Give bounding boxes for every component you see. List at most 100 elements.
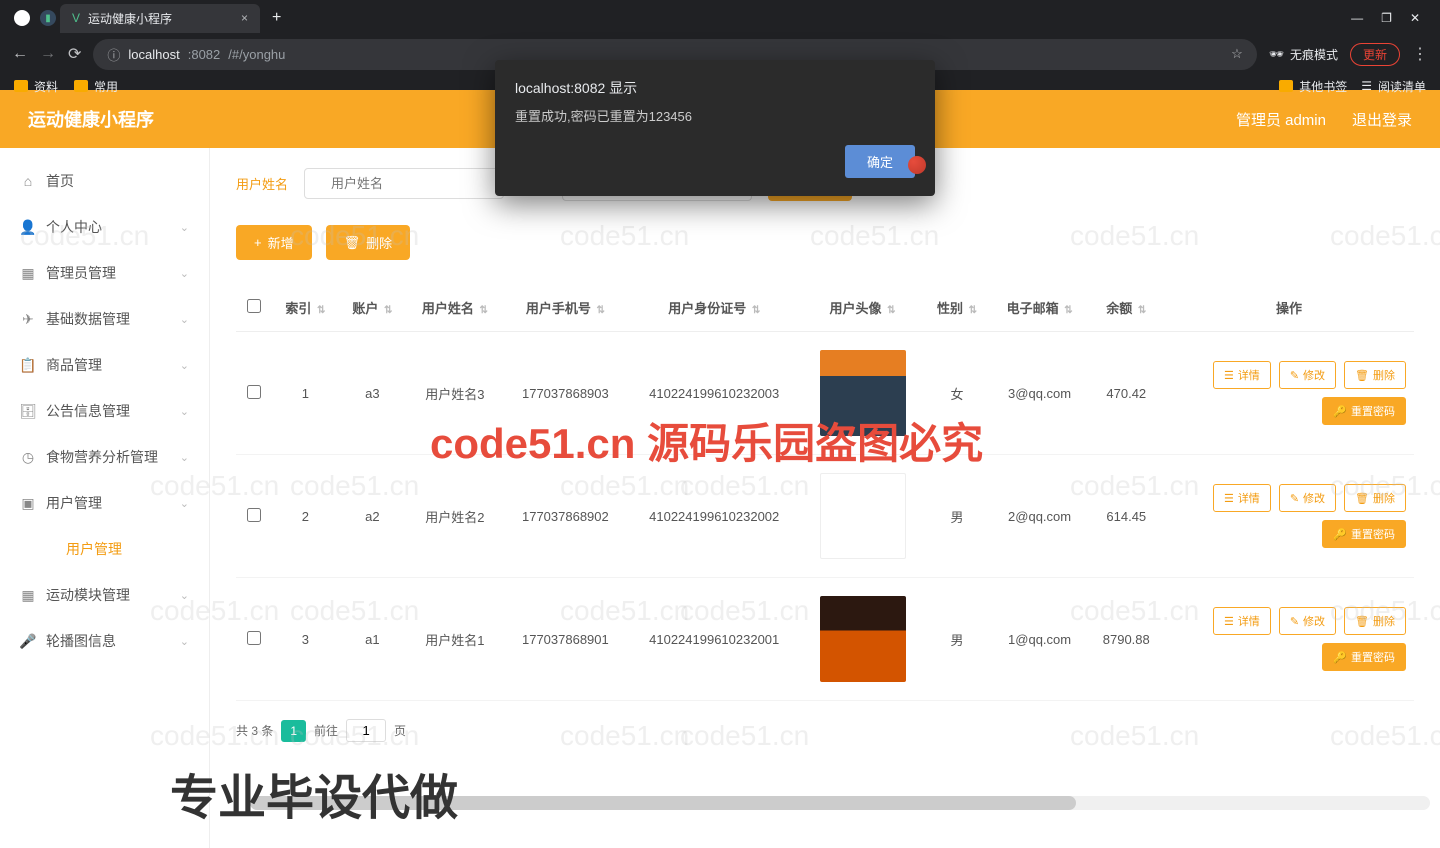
trash-icon: 🗑 [1355,615,1369,628]
table-header[interactable]: 索引 ⇅ [272,284,339,332]
table-header[interactable]: 余额 ⇅ [1089,284,1164,332]
bookmark-item[interactable]: 其他书签 [1279,78,1347,95]
pagination: 共 3 条 1 前往 页 [236,719,1414,742]
incognito-icon: 🕶 [1269,47,1284,61]
cell-index: 1 [272,332,339,455]
pager-page[interactable]: 1 [281,720,306,742]
cell-balance: 8790.88 [1089,578,1164,701]
table-row: 1 a3 用户姓名3 177037868903 4102241996102320… [236,332,1414,455]
sidebar-item-label: 用户管理 [46,493,102,513]
table-header[interactable]: 用户姓名 ⇅ [406,284,504,332]
sort-icon: ⇅ [752,305,760,316]
window-controls: — ❐ ✕ [1351,11,1432,25]
sidebar-item[interactable]: 🎤轮播图信息⌄ [0,618,209,664]
admin-label[interactable]: 管理员 admin [1236,109,1326,130]
cell-email: 2@qq.com [991,455,1089,578]
bookmark-item[interactable]: 资料 [14,78,58,95]
row-delete-button[interactable]: 🗑 删除 [1344,484,1406,512]
detail-button[interactable]: ☰ 详情 [1213,361,1271,389]
table-header[interactable]: 账户 ⇅ [339,284,406,332]
back-icon[interactable]: ← [12,45,28,63]
logout-link[interactable]: 退出登录 [1352,109,1412,130]
cell-email: 3@qq.com [991,332,1089,455]
sidebar-item[interactable]: ◷食物营养分析管理⌄ [0,434,209,480]
sidebar-item[interactable]: ▣用户管理⌄ [0,480,209,526]
sidebar-item[interactable]: ▦运动模块管理⌄ [0,572,209,618]
tab-title: 运动健康小程序 [88,10,172,27]
edit-button[interactable]: ✎ 修改 [1279,361,1336,389]
reset-password-button[interactable]: 🔑 重置密码 [1322,397,1406,425]
detail-button[interactable]: ☰ 详情 [1213,484,1271,512]
sidebar-item[interactable]: 用户管理 [0,526,209,572]
bookmark-item[interactable]: 常用 [74,78,118,95]
sidebar-item[interactable]: ▦管理员管理⌄ [0,250,209,296]
dialog-title: localhost:8082 显示 [515,78,915,98]
cell-name: 用户姓名1 [406,578,504,701]
maximize-icon[interactable]: ❐ [1381,11,1392,25]
row-checkbox[interactable] [247,385,261,399]
avatar [820,473,906,559]
sidebar-item-label: 运动模块管理 [46,585,130,605]
sidebar-item[interactable]: 👤个人中心⌄ [0,204,209,250]
cell-account: a1 [339,578,406,701]
data-table: 索引 ⇅账户 ⇅用户姓名 ⇅用户手机号 ⇅用户身份证号 ⇅用户头像 ⇅性别 ⇅电… [236,284,1414,701]
sidebar-item[interactable]: 🗄公告信息管理⌄ [0,388,209,434]
chevron-down-icon: ⌄ [180,635,189,648]
add-button[interactable]: + 新增 [236,225,312,260]
reset-password-button[interactable]: 🔑 重置密码 [1322,520,1406,548]
star-icon[interactable]: ☆ [1231,46,1243,62]
table-header[interactable]: 用户身份证号 ⇅ [627,284,802,332]
minimize-icon[interactable]: — [1351,11,1363,25]
pager-input[interactable] [346,719,386,742]
close-icon[interactable]: × [241,11,248,25]
name-input[interactable] [304,168,504,199]
new-tab-button[interactable]: + [264,5,289,31]
table-header[interactable]: 电子邮箱 ⇅ [991,284,1089,332]
row-delete-button[interactable]: 🗑 删除 [1344,607,1406,635]
folder-icon [1279,80,1293,92]
table-header[interactable]: 用户手机号 ⇅ [504,284,627,332]
reset-password-button[interactable]: 🔑 重置密码 [1322,643,1406,671]
detail-button[interactable]: ☰ 详情 [1213,607,1271,635]
sidebar-item[interactable]: 📋商品管理⌄ [0,342,209,388]
menu-icon [40,541,56,557]
select-all-checkbox[interactable] [247,299,261,313]
key-icon: 🔑 [1333,405,1347,418]
menu-icon[interactable]: ⋮ [1412,44,1428,64]
table-header[interactable]: 性别 ⇅ [924,284,991,332]
browser-tab[interactable]: V 运动健康小程序 × [60,4,260,33]
folder-icon [14,80,28,92]
sidebar-item-label: 首页 [46,171,74,191]
reading-list[interactable]: ☰ 阅读清单 [1361,78,1426,95]
update-button[interactable]: 更新 [1350,43,1400,66]
menu-icon: ▦ [20,265,36,281]
cell-gender: 女 [924,332,991,455]
sort-icon: ⇅ [969,305,977,316]
folder-icon [74,80,88,92]
row-delete-button[interactable]: 🗑 删除 [1344,361,1406,389]
sidebar: ⌂首页👤个人中心⌄▦管理员管理⌄✈基础数据管理⌄📋商品管理⌄🗄公告信息管理⌄◷食… [0,148,210,848]
sidebar-item[interactable]: ⌂首页 [0,158,209,204]
sidebar-item-label: 基础数据管理 [46,309,130,329]
chevron-down-icon: ⌄ [180,359,189,372]
row-checkbox[interactable] [247,508,261,522]
table-header[interactable]: 操作 [1164,284,1414,332]
sidebar-item-label: 商品管理 [46,355,102,375]
close-window-icon[interactable]: ✕ [1410,11,1420,25]
sort-icon: ⇅ [384,305,392,316]
row-checkbox[interactable] [247,631,261,645]
trash-icon: 🗑 [1355,369,1369,382]
reload-icon[interactable]: ⟳ [68,44,81,64]
globe-icon [14,10,30,26]
dialog-ok-button[interactable]: 确定 [845,145,915,178]
edit-button[interactable]: ✎ 修改 [1279,484,1336,512]
edit-icon: ✎ [1290,615,1299,628]
forward-icon[interactable]: → [40,45,56,63]
sidebar-item[interactable]: ✈基础数据管理⌄ [0,296,209,342]
table-header[interactable] [236,284,272,332]
edit-button[interactable]: ✎ 修改 [1279,607,1336,635]
cell-balance: 470.42 [1089,332,1164,455]
sort-icon: ⇅ [887,305,895,316]
delete-button[interactable]: 🗑 删除 [326,225,411,260]
table-header[interactable]: 用户头像 ⇅ [802,284,924,332]
